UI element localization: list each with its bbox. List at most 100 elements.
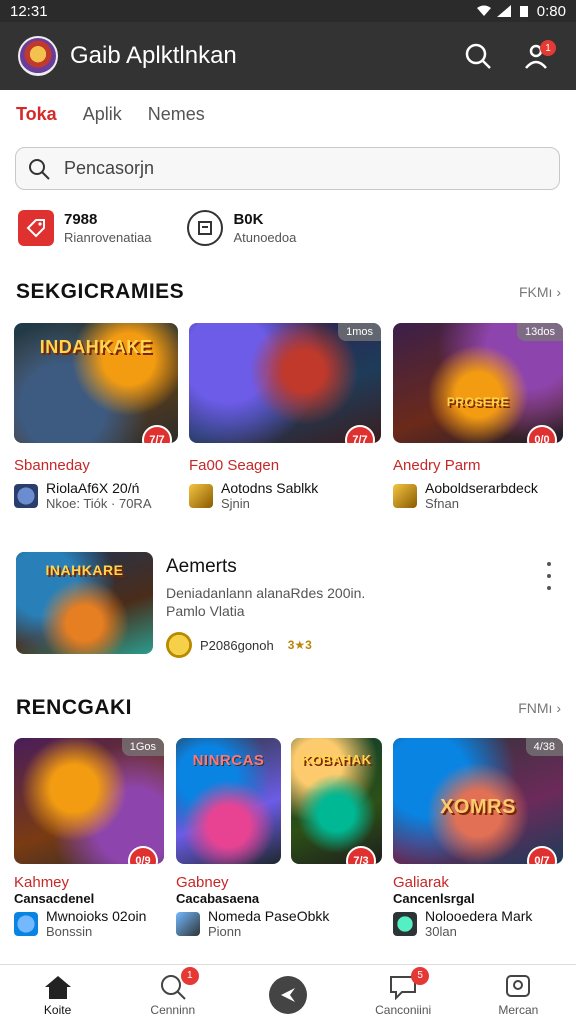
- wifi-icon: [476, 5, 491, 16]
- more-options-button[interactable]: [545, 562, 553, 590]
- card-title: Anedry Parm: [393, 457, 481, 474]
- nav-home[interactable]: Koite: [8, 973, 108, 1017]
- thumbnail-text: INDAHKAKE: [39, 337, 153, 357]
- section-title: SEKGICRAMIES: [16, 280, 185, 303]
- developer-icon: [393, 483, 417, 508]
- status-bar: 12:31 0:80: [0, 0, 576, 22]
- card-title: Fa00 Seagen: [189, 457, 280, 474]
- developer-name: Nomeda PaseObkk: [208, 908, 330, 924]
- featured-title: Aemerts: [166, 556, 237, 577]
- featured-subtitle: Pamlo Vlatia: [166, 603, 245, 619]
- card-caption: Cacabasaena: [176, 891, 260, 906]
- app-bar: Gaib Aplktlnkan 1: [0, 22, 576, 90]
- status-time: 12:31: [10, 2, 48, 20]
- home-icon: [42, 973, 74, 1001]
- quick-link-subtitle: Atunoedoa: [233, 230, 297, 245]
- game-card[interactable]: KOBAHAK 7/3: [291, 738, 382, 864]
- game-thumbnail: KOBAHAK 7/3: [291, 738, 382, 864]
- app-logo: [18, 36, 58, 76]
- nav-label: Cenninn: [150, 1002, 196, 1017]
- nav-search[interactable]: 1 Cenninn: [123, 966, 223, 1017]
- card-title: Galiarak: [393, 874, 449, 891]
- app-title: Gaib Aplktlnkan: [70, 42, 237, 69]
- signal-icon: [496, 5, 511, 17]
- card-caption: Cancenlsrgal: [393, 891, 475, 906]
- card-title: Gabney: [176, 874, 229, 891]
- tab-toka[interactable]: Toka: [16, 104, 57, 125]
- thumbnail-corner-label: 1mos: [338, 323, 381, 341]
- notification-badge: 1: [540, 40, 556, 56]
- search-icon: [465, 43, 491, 69]
- developer-name: Mwnoioks 02oin: [46, 908, 147, 924]
- game-card[interactable]: 1mos 7/7 Fa00 Seagen Aotodns Sablkk Sjni…: [189, 323, 381, 511]
- tab-nemes[interactable]: Nemes: [148, 104, 205, 125]
- developer-meta: Nkoe: Tiók · 70RA: [46, 496, 152, 511]
- nav-center[interactable]: [238, 975, 338, 1014]
- notifications-button[interactable]: 1: [514, 34, 558, 78]
- developer-icon: [189, 483, 213, 508]
- developer-meta: Sjnin: [221, 496, 250, 511]
- thumbnail-corner-label: 4/38: [525, 738, 563, 756]
- developer-icon: [14, 911, 38, 936]
- nav-label: Canconiini: [375, 1002, 432, 1017]
- card-title: Sbanneday: [14, 457, 90, 474]
- game-thumbnail: PROSERE 13dos 0/0: [393, 323, 563, 443]
- search-input[interactable]: [64, 158, 514, 179]
- profile-icon: [502, 973, 534, 1001]
- thumbnail-text: XOMRS: [440, 796, 516, 818]
- quick-link-title: 7988: [64, 211, 98, 228]
- quick-links: 7988 Rianrovenatiaa B0K Atunoedoa: [18, 210, 296, 246]
- thumbnail-corner-label: 1Gos: [121, 738, 164, 756]
- play-icon: [268, 975, 307, 1014]
- quick-link-1[interactable]: 7988 Rianrovenatiaa: [18, 210, 151, 246]
- game-thumbnail: INDAHKAKE 7/7: [14, 323, 178, 443]
- see-more-link[interactable]: FKMı ›: [519, 284, 561, 300]
- tag-icon: [18, 210, 54, 246]
- search-icon: [29, 158, 50, 180]
- developer-icon: [176, 911, 200, 936]
- game-thumbnail: 1Gos 0/9: [14, 738, 164, 864]
- featured-thumbnail: INAHKARE: [16, 552, 153, 654]
- game-card[interactable]: 1Gos 0/9 Kahmey Cansacdenel Mwnoioks 02o…: [14, 738, 164, 939]
- developer-meta: Sfnan: [425, 496, 459, 511]
- thumbnail-text: INAHKARE: [45, 562, 124, 578]
- see-more-link[interactable]: FNMı ›: [518, 700, 561, 716]
- coin-icon: [166, 632, 192, 658]
- search-button[interactable]: [456, 34, 500, 78]
- developer-name: Nolooedera Mark: [425, 908, 533, 924]
- developer-icon: [14, 483, 38, 508]
- developer-meta: Bonssin: [46, 924, 93, 939]
- battery-icon: [519, 6, 528, 17]
- thumbnail-corner-label: 13dos: [517, 323, 563, 341]
- game-thumbnail: 1mos 7/7: [189, 323, 381, 443]
- quick-link-2[interactable]: B0K Atunoedoa: [187, 210, 296, 246]
- nav-label: Mercan: [498, 1002, 539, 1017]
- section-header: SEKGICRAMIES FKMı ›: [16, 280, 561, 304]
- nav-profile[interactable]: Mercan: [468, 973, 568, 1017]
- game-card[interactable]: NINRCAS Gabney Cacabasaena Nomeda PaseOb…: [176, 738, 329, 939]
- section-header: RENCGAKI FNMı ›: [16, 696, 561, 720]
- thumbnail-text: KOBAHAK: [301, 752, 372, 767]
- thumbnail-text: NINRCAS: [192, 752, 265, 769]
- search-bar[interactable]: [15, 147, 560, 190]
- developer-name: Aotodns Sablkk: [221, 480, 319, 496]
- game-card[interactable]: INDAHKAKE 7/7 Sbanneday RiolaAf6X 20/ń N…: [14, 323, 178, 511]
- game-thumbnail: NINRCAS: [176, 738, 281, 864]
- battery-text: 0:80: [536, 2, 566, 20]
- featured-game[interactable]: INAHKARE Aemerts Deniadanlann alanaRdes …: [16, 552, 561, 658]
- game-card[interactable]: PROSERE 13dos 0/0 Anedry Parm Aoboldsera…: [393, 323, 563, 511]
- thumbnail-text: PROSERE: [446, 395, 510, 409]
- developer-icon: [393, 911, 417, 936]
- game-card[interactable]: XOMRS 4/38 0/7 Galiarak Cancenlsrgal Nol…: [393, 738, 563, 939]
- card-caption: Cansacdenel: [14, 891, 95, 906]
- developer-name: Aoboldserarbdeck: [425, 480, 538, 496]
- nav-messages[interactable]: 5 Canconiini: [353, 966, 453, 1017]
- section-title: RENCGAKI: [16, 696, 133, 719]
- card-title: Kahmey: [14, 874, 70, 891]
- bottom-navigation: Koite 1 Cenninn 5 Canconiini Mercan: [0, 964, 576, 1024]
- tab-aplik[interactable]: Aplik: [83, 104, 122, 125]
- top-tabs: Toka Aplik Nemes: [16, 104, 205, 125]
- featured-badge: 3★3: [287, 638, 312, 652]
- nav-badge: 5: [411, 966, 430, 985]
- developer-meta: 30lan: [425, 924, 457, 939]
